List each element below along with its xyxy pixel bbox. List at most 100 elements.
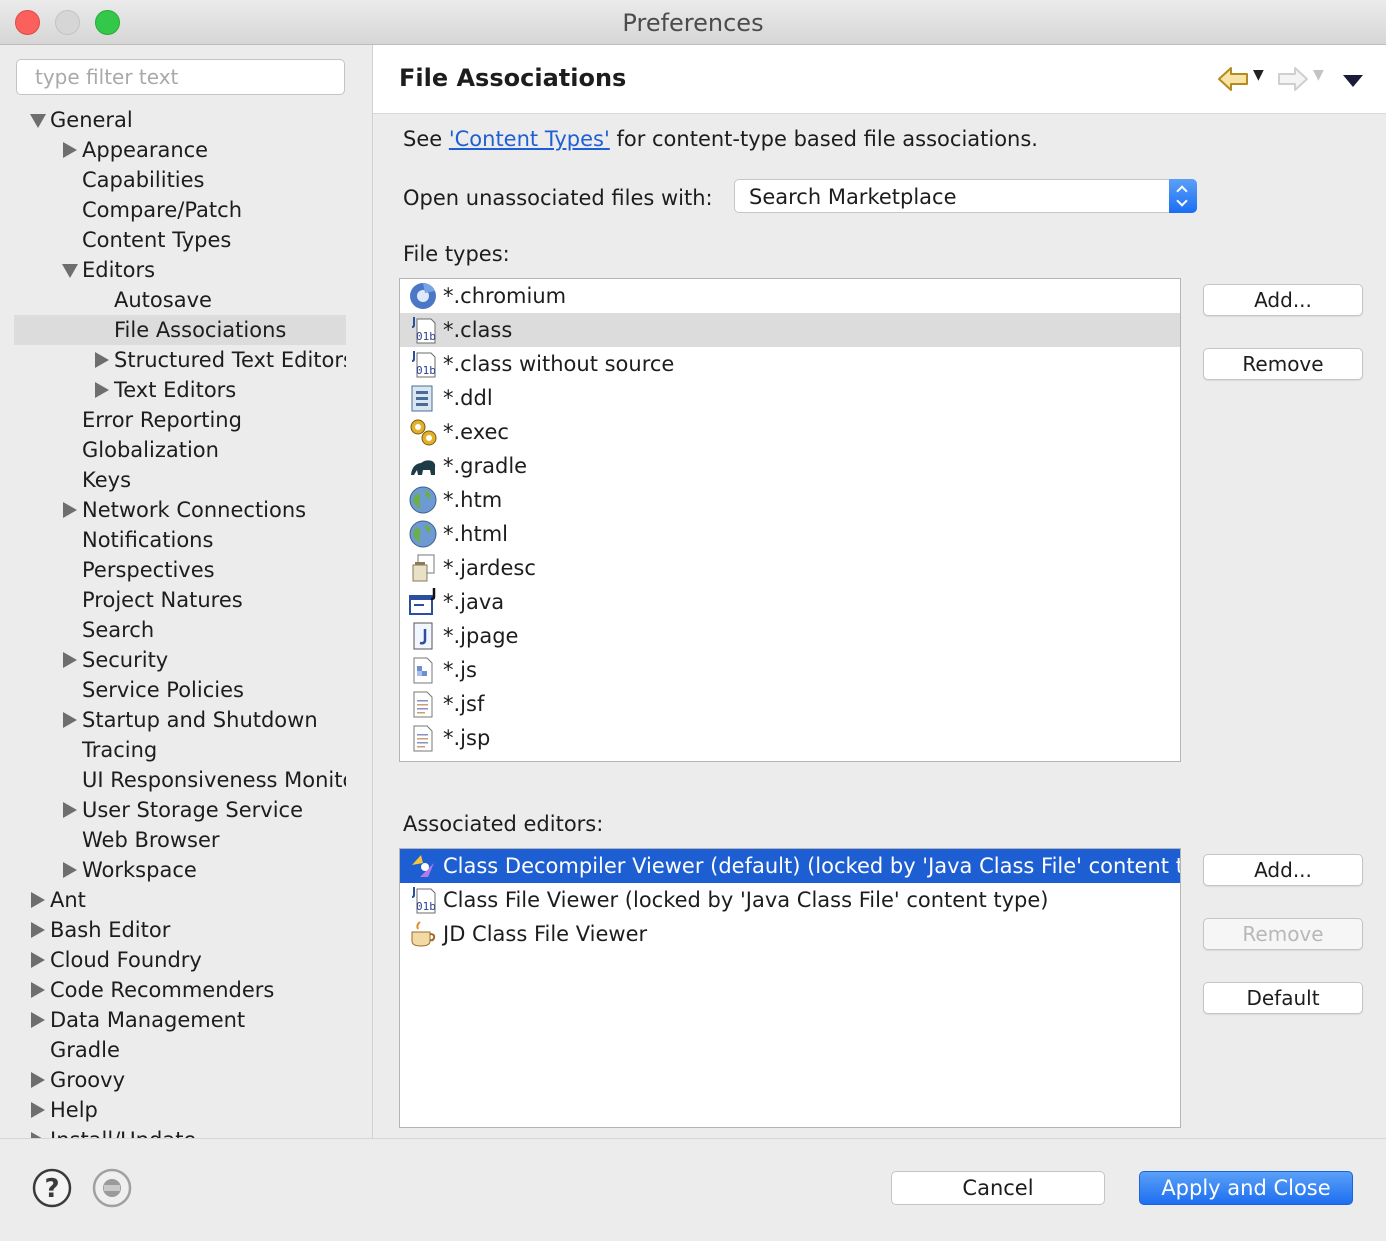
default-editor-button[interactable]: Default [1203,982,1363,1014]
file-type-row[interactable]: *.jpage [400,619,1180,653]
tree-item[interactable]: Error Reporting [14,405,346,435]
tree-item[interactable]: Capabilities [14,165,346,195]
file-type-row[interactable]: *.exec [400,415,1180,449]
disclosure-collapsed-icon[interactable] [30,1005,46,1035]
file-type-row[interactable]: *.jsp [400,721,1180,755]
tree-item[interactable]: Project Natures [14,585,346,615]
tree-item[interactable]: Bash Editor [14,915,346,945]
tree-item[interactable]: Structured Text Editors [14,345,346,375]
add-file-type-button[interactable]: Add... [1203,284,1363,316]
java-file-icon [408,587,438,617]
disclosure-collapsed-icon[interactable] [30,1125,46,1138]
disclosure-collapsed-icon[interactable] [30,975,46,1005]
disclosure-collapsed-icon[interactable] [62,795,78,825]
tree-item[interactable]: Help [14,1095,346,1125]
file-type-row[interactable]: 01b *.class [400,313,1180,347]
disclosure-collapsed-icon[interactable] [30,885,46,915]
back-arrow-icon[interactable] [1217,65,1249,93]
remove-file-type-button[interactable]: Remove [1203,348,1363,380]
content-types-link[interactable]: 'Content Types' [449,127,610,151]
disclosure-collapsed-icon[interactable] [62,495,78,525]
tree-item[interactable]: Cloud Foundry [14,945,346,975]
editor-row[interactable]: 01b Class File Viewer (locked by 'Java Cl… [400,883,1180,917]
add-editor-button[interactable]: Add... [1203,854,1363,886]
import-export-icon[interactable] [92,1168,132,1208]
svg-text:?: ? [44,1174,59,1204]
file-type-row[interactable]: *.html [400,517,1180,551]
tree-item[interactable]: Perspectives [14,555,346,585]
tree-item[interactable]: Keys [14,465,346,495]
tree-item[interactable]: Notifications [14,525,346,555]
disclosure-expanded-icon[interactable] [30,105,46,135]
disclosure-collapsed-icon[interactable] [62,645,78,675]
tree-item[interactable]: Groovy [14,1065,346,1095]
view-menu-icon[interactable] [1343,75,1363,87]
disclosure-collapsed-icon[interactable] [94,345,110,375]
tree-item[interactable]: Network Connections [14,495,346,525]
file-types-list[interactable]: *.chromium 01b *.class 01b *.class without s… [399,278,1181,762]
tree-item[interactable]: Search [14,615,346,645]
tree-item[interactable]: Compare/Patch [14,195,346,225]
tree-item[interactable]: General [14,105,346,135]
tree-item[interactable]: Ant [14,885,346,915]
tree-item[interactable]: User Storage Service [14,795,346,825]
editor-row[interactable]: JD Class File Viewer [400,917,1180,951]
editor-row[interactable]: Class Decompiler Viewer (default) (locke… [400,849,1180,883]
tree-item[interactable]: Service Policies [14,675,346,705]
associated-editors-list[interactable]: Class Decompiler Viewer (default) (locke… [399,848,1181,1128]
disclosure-collapsed-icon[interactable] [30,1065,46,1095]
help-icon[interactable]: ? [32,1168,72,1208]
forward-history-dropdown-icon[interactable]: ▼ [1313,67,1324,83]
tree-item[interactable]: UI Responsiveness Monitoring [14,765,346,795]
tree-item[interactable]: Editors [14,255,346,285]
tree-item-label: Perspectives [82,558,215,582]
tree-item-label: Workspace [82,858,197,882]
cancel-button[interactable]: Cancel [891,1171,1105,1205]
back-history-dropdown-icon[interactable]: ▼ [1253,67,1264,83]
remove-editor-button[interactable]: Remove [1203,918,1363,950]
filter-input[interactable] [16,59,345,95]
tree-item-label: General [50,108,133,132]
tree-item[interactable]: Text Editors [14,375,346,405]
disclosure-collapsed-icon[interactable] [30,1095,46,1125]
file-type-row[interactable]: *.java [400,585,1180,619]
disclosure-collapsed-icon[interactable] [62,855,78,885]
tree-item[interactable]: Data Management [14,1005,346,1035]
decompiler-icon [408,851,438,881]
tree-item[interactable]: Install/Update [14,1125,346,1138]
file-type-row[interactable]: *.jsf [400,687,1180,721]
tree-item[interactable]: Appearance [14,135,346,165]
open-unassociated-select[interactable]: Search Marketplace [734,179,1197,213]
globe-icon [408,485,438,515]
tree-item[interactable]: Gradle [14,1035,346,1065]
tree-item[interactable]: Code Recommenders [14,975,346,1005]
file-type-row[interactable]: *.htm [400,483,1180,517]
file-type-row[interactable]: *.ddl [400,381,1180,415]
disclosure-collapsed-icon[interactable] [30,915,46,945]
file-type-row[interactable]: *.js [400,653,1180,687]
disclosure-collapsed-icon[interactable] [94,375,110,405]
tree-item[interactable]: Autosave [14,285,346,315]
tree-item[interactable]: File Associations [14,315,346,345]
tree-item-label: Ant [50,888,86,912]
apply-and-close-button[interactable]: Apply and Close [1139,1171,1353,1205]
tree-item[interactable]: Content Types [14,225,346,255]
tree-item[interactable]: Workspace [14,855,346,885]
tree-item[interactable]: Tracing [14,735,346,765]
tree-item[interactable]: Globalization [14,435,346,465]
jar-icon [408,553,438,583]
tree-item-label: Groovy [50,1068,125,1092]
tree-item-label: UI Responsiveness Monitoring [82,768,346,792]
tree-item[interactable]: Startup and Shutdown [14,705,346,735]
forward-arrow-icon[interactable] [1277,65,1309,93]
file-type-row[interactable]: *.gradle [400,449,1180,483]
file-type-row[interactable]: *.jardesc [400,551,1180,585]
disclosure-expanded-icon[interactable] [62,255,78,285]
disclosure-collapsed-icon[interactable] [62,705,78,735]
tree-item[interactable]: Security [14,645,346,675]
disclosure-collapsed-icon[interactable] [62,135,78,165]
file-type-row[interactable]: 01b *.class without source [400,347,1180,381]
tree-item[interactable]: Web Browser [14,825,346,855]
file-type-row[interactable]: *.chromium [400,279,1180,313]
disclosure-collapsed-icon[interactable] [30,945,46,975]
